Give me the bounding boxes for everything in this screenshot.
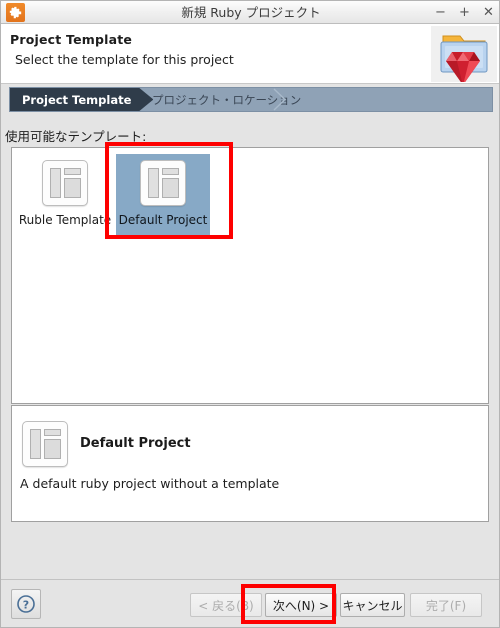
page-title: Project Template (10, 32, 133, 47)
cancel-button[interactable]: キャンセル (340, 593, 405, 617)
description-text: A default ruby project without a templat… (20, 476, 280, 491)
finish-button[interactable]: 完了(F) (410, 593, 482, 617)
template-tile-label: Ruble Template (18, 213, 112, 227)
cancel-button-label: キャンセル (342, 598, 403, 613)
dialog-header: Project Template Select the template for… (1, 24, 499, 85)
question-mark-icon: ? (17, 595, 35, 613)
template-tile-default-project[interactable]: Default Project (116, 154, 210, 236)
chevron-right-icon (272, 88, 288, 111)
new-ruby-project-dialog: 新規 Ruby プロジェクト − + ✕ Project Template Se… (0, 0, 500, 628)
finish-button-label: 完了(F) (425, 598, 467, 613)
close-icon[interactable]: ✕ (482, 6, 495, 19)
svg-text:?: ? (23, 599, 29, 612)
dialog-footer: ? < 戻る(B) 次へ(N) > キャンセル 完了(F) (1, 580, 499, 627)
window-title: 新規 Ruby プロジェクト (181, 5, 321, 20)
template-list-panel[interactable]: Ruble Template Default Project (11, 147, 489, 404)
description-title: Default Project (80, 436, 191, 451)
minimize-icon[interactable]: − (434, 6, 447, 19)
next-button[interactable]: 次へ(N) > (265, 593, 337, 617)
window-controls: − + ✕ (434, 1, 495, 24)
breadcrumb: Project Template プロジェクト・ロケーション (9, 87, 493, 112)
template-layout-icon (22, 421, 68, 467)
help-button[interactable]: ? (11, 589, 41, 619)
template-description-panel: Default Project A default ruby project w… (11, 405, 489, 522)
description-icon-wrapper (22, 421, 68, 467)
next-button-label: 次へ(N) > (272, 598, 330, 613)
breadcrumb-step-project-template[interactable]: Project Template (10, 88, 153, 111)
available-templates-label: 使用可能なテンプレート: (5, 129, 147, 144)
maximize-icon[interactable]: + (458, 6, 471, 19)
template-layout-icon (42, 160, 88, 206)
breadcrumb-step-project-location[interactable]: プロジェクト・ロケーション (146, 88, 327, 111)
template-layout-icon (140, 160, 186, 206)
template-tile-ruble-template[interactable]: Ruble Template (18, 154, 112, 236)
template-tile-label: Default Project (118, 213, 208, 227)
back-button-label: < 戻る(B) (198, 598, 254, 613)
breadcrumb-step-label: Project Template (22, 92, 132, 107)
page-subtitle: Select the template for this project (15, 52, 234, 67)
back-button[interactable]: < 戻る(B) (190, 593, 262, 617)
title-bar: 新規 Ruby プロジェクト − + ✕ (1, 1, 499, 24)
ruby-folder-icon (431, 26, 497, 85)
